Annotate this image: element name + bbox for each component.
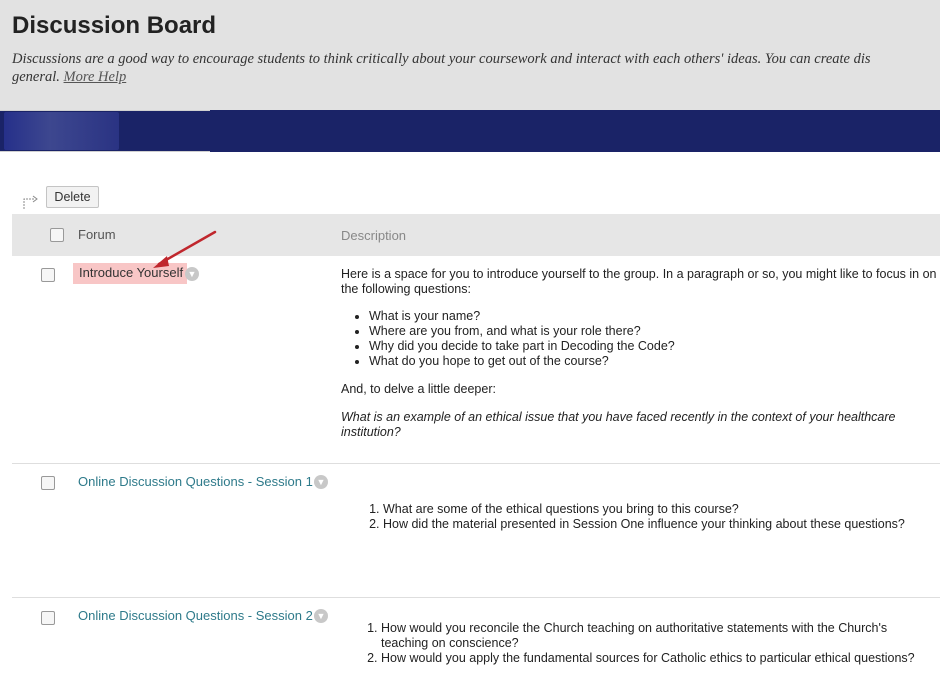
forum-description: How would you reconcile the Church teach… <box>355 621 925 666</box>
forum-description: Here is a space for you to introduce you… <box>341 267 939 440</box>
intro-text: Discussions are a good way to encourage … <box>12 51 871 67</box>
list-item: Where are you from, and what is your rol… <box>369 324 939 339</box>
chevron-down-icon[interactable]: ▼ <box>314 475 328 489</box>
more-help-link[interactable]: More Help <box>64 69 127 85</box>
list-item: What is your name? <box>369 309 939 324</box>
list-item: What are some of the ethical questions y… <box>383 502 940 517</box>
table-row: Online Discussion Questions - Session 1 … <box>12 464 940 598</box>
list-item: How would you apply the fundamental sour… <box>381 651 925 666</box>
table-row: Introduce Yourself ▼ Here is a space for… <box>12 256 940 464</box>
nav-divider-bottom <box>0 151 210 152</box>
select-all-checkbox[interactable] <box>50 228 64 242</box>
red-pointer-arrow-icon <box>153 230 217 268</box>
row-checkbox[interactable] <box>41 611 55 625</box>
column-description: Description <box>341 228 407 243</box>
forum-link-session-1[interactable]: Online Discussion Questions - Session 1 <box>78 474 313 489</box>
forum-description: What are some of the ethical questions y… <box>357 502 940 532</box>
row-checkbox[interactable] <box>41 268 55 282</box>
forum-link-session-2[interactable]: Online Discussion Questions - Session 2 <box>78 608 313 623</box>
description-bullet-list: What is your name? Where are you from, a… <box>341 309 939 369</box>
description-more: And, to delve a little deeper: <box>341 382 496 396</box>
nav-divider <box>0 110 210 111</box>
description-intro: Here is a space for you to introduce you… <box>341 267 937 296</box>
description-question: What is an example of an ethical issue t… <box>341 410 896 439</box>
page-header: Discussion Board Discussions are a good … <box>0 0 940 110</box>
select-arrow-icon <box>22 193 40 214</box>
list-item: Why did you decide to take part in Decod… <box>369 339 939 354</box>
description-question-list: What are some of the ethical questions y… <box>357 502 940 532</box>
intro-text-line2: general. <box>12 69 60 85</box>
list-item: How did the material presented in Sessio… <box>383 517 940 532</box>
list-item: What do you hope to get out of the cours… <box>369 354 939 369</box>
table-row: Online Discussion Questions - Session 2 … <box>12 598 940 678</box>
nav-tab-blurred[interactable] <box>4 112 119 150</box>
page-title: Discussion Board <box>12 12 217 39</box>
list-item: How would you reconcile the Church teach… <box>381 621 925 651</box>
row-checkbox[interactable] <box>41 476 55 490</box>
column-forum[interactable]: Forum <box>78 227 116 242</box>
delete-button[interactable]: Delete <box>46 186 99 208</box>
chevron-down-icon[interactable]: ▼ <box>314 609 328 623</box>
page-intro: Discussions are a good way to encourage … <box>12 50 940 86</box>
description-question-list: How would you reconcile the Church teach… <box>355 621 925 666</box>
course-nav-bar <box>0 110 940 152</box>
